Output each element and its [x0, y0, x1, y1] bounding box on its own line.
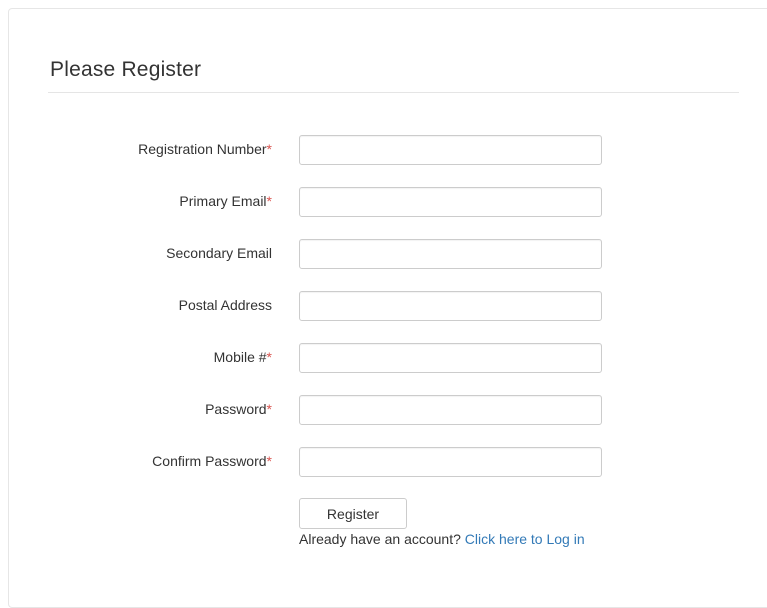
login-link[interactable]: Click here to Log in — [465, 531, 585, 547]
register-button[interactable]: Register — [299, 498, 407, 529]
page-title: Please Register — [50, 58, 202, 81]
required-marker: * — [266, 401, 272, 417]
registration-number-label: Registration Number* — [138, 141, 272, 157]
form-row-confirm-password: Confirm Password* — [0, 447, 767, 477]
required-marker: * — [266, 349, 272, 365]
form-row-mobile: Mobile #* — [0, 343, 767, 373]
mobile-label: Mobile #* — [213, 349, 272, 365]
secondary-email-input[interactable] — [299, 239, 602, 269]
form-row-registration-number: Registration Number* — [0, 135, 767, 165]
registration-number-input[interactable] — [299, 135, 602, 165]
confirm-password-label: Confirm Password* — [152, 453, 272, 469]
form-row-postal-address: Postal Address — [0, 291, 767, 321]
password-input[interactable] — [299, 395, 602, 425]
primary-email-input[interactable] — [299, 187, 602, 217]
postal-address-label: Postal Address — [178, 297, 272, 313]
primary-email-label: Primary Email* — [179, 193, 272, 209]
secondary-email-label: Secondary Email — [166, 245, 272, 261]
confirm-password-input[interactable] — [299, 447, 602, 477]
required-marker: * — [266, 453, 272, 469]
login-prompt-text: Already have an account? — [299, 531, 461, 547]
form-row-secondary-email: Secondary Email — [0, 239, 767, 269]
title-divider — [48, 92, 739, 93]
required-marker: * — [266, 141, 272, 157]
form-row-primary-email: Primary Email* — [0, 187, 767, 217]
password-label: Password* — [205, 401, 272, 417]
postal-address-input[interactable] — [299, 291, 602, 321]
mobile-input[interactable] — [299, 343, 602, 373]
login-prompt: Already have an account? Click here to L… — [299, 531, 585, 547]
required-marker: * — [266, 193, 272, 209]
form-row-password: Password* — [0, 395, 767, 425]
